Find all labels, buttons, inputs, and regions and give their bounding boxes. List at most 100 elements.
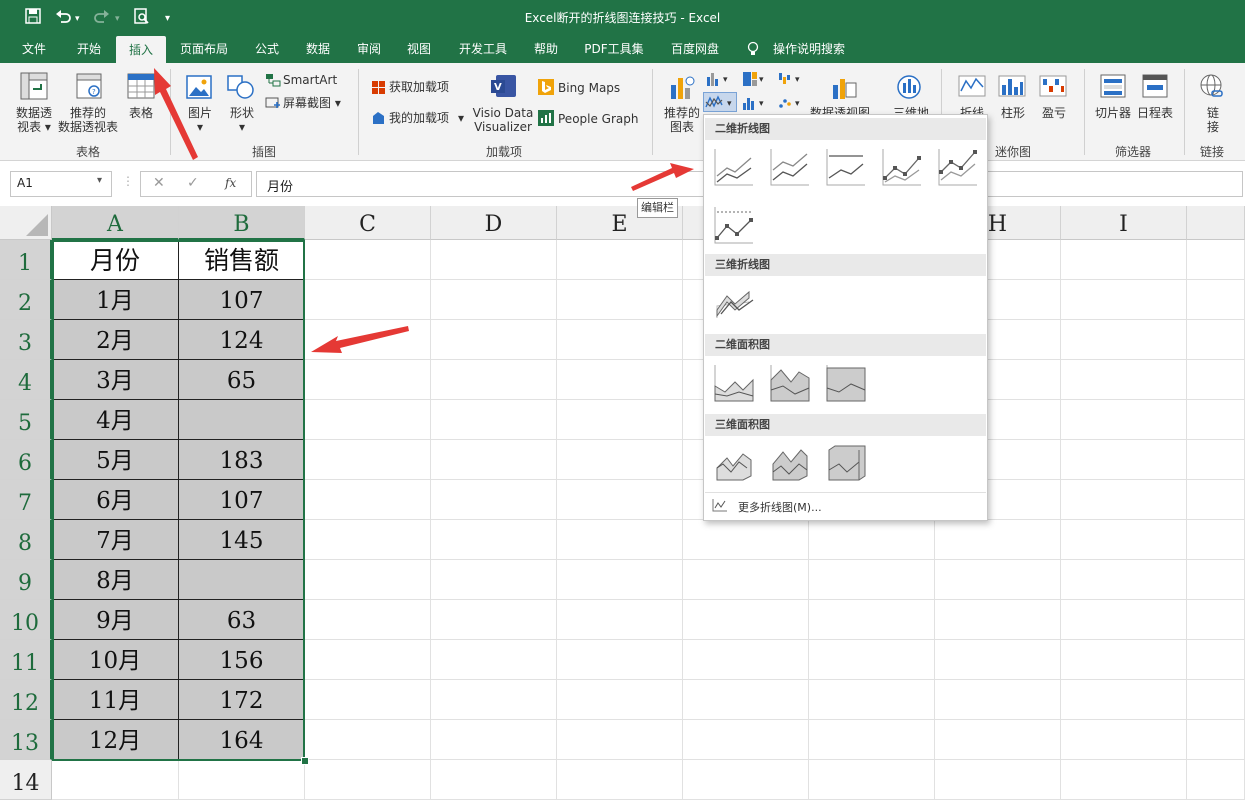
row-header-13[interactable]: 13 (0, 720, 52, 760)
data-cell[interactable]: 172 (179, 680, 305, 720)
cell[interactable] (431, 560, 557, 600)
cell[interactable] (1061, 400, 1187, 440)
cell[interactable] (1061, 480, 1187, 520)
statistic-chart-icon[interactable]: ▾ (742, 95, 768, 114)
cell[interactable] (305, 520, 431, 560)
sparkline-column-button[interactable]: 柱形 (993, 106, 1033, 120)
cell[interactable] (305, 640, 431, 680)
cell[interactable] (305, 560, 431, 600)
recommended-pivot-button[interactable]: 推荐的 数据透视表 (56, 106, 120, 134)
cell[interactable] (305, 600, 431, 640)
cell[interactable] (557, 600, 683, 640)
cell[interactable] (683, 680, 809, 720)
cell[interactable] (1187, 720, 1245, 760)
row-header-1[interactable]: 1 (0, 240, 52, 280)
percent-stacked-area-option[interactable] (824, 361, 868, 405)
cell[interactable] (1061, 600, 1187, 640)
cell[interactable] (1187, 680, 1245, 720)
tab-view[interactable]: 视图 (400, 35, 438, 63)
row-header-7[interactable]: 7 (0, 480, 52, 520)
cell[interactable] (683, 640, 809, 680)
cell[interactable] (305, 280, 431, 320)
cell[interactable] (557, 360, 683, 400)
sparkline-winloss-button[interactable]: 盈亏 (1034, 106, 1074, 120)
people-graph-button[interactable]: People Graph (558, 112, 639, 126)
column-header-b[interactable]: B (179, 206, 305, 240)
data-cell[interactable]: 156 (179, 640, 305, 680)
cell[interactable] (305, 760, 431, 800)
3d-area-option[interactable] (712, 441, 756, 485)
cell[interactable] (935, 720, 1061, 760)
tab-baidu-netdisk[interactable]: 百度网盘 (664, 35, 726, 63)
cell[interactable] (809, 680, 935, 720)
cell[interactable] (1187, 440, 1245, 480)
cell[interactable] (809, 720, 935, 760)
data-cell[interactable] (179, 400, 305, 440)
cell[interactable] (809, 520, 935, 560)
cancel-icon[interactable]: ✕ (153, 175, 165, 191)
recommended-charts-button[interactable]: 推荐的 图表 (660, 106, 704, 134)
data-cell[interactable]: 164 (179, 720, 305, 760)
cell[interactable] (1187, 520, 1245, 560)
3d-line-option[interactable] (712, 281, 756, 325)
cell[interactable] (809, 640, 935, 680)
table-button[interactable]: 表格 (120, 106, 162, 120)
enter-icon[interactable]: ✓ (187, 175, 199, 191)
3d-stacked-area-option[interactable] (768, 441, 812, 485)
data-cell[interactable]: 5月 (52, 440, 179, 480)
cell[interactable] (305, 320, 431, 360)
insert-function-icon[interactable]: fx (225, 176, 236, 190)
scatter-chart-icon[interactable]: ▾ (778, 95, 804, 114)
cell[interactable] (557, 680, 683, 720)
data-cell[interactable]: 7月 (52, 520, 179, 560)
data-cell[interactable]: 8月 (52, 560, 179, 600)
3d-percent-stacked-area-option[interactable] (824, 441, 868, 485)
shapes-button[interactable]: 形状 ▾ (222, 106, 262, 134)
row-header-11[interactable]: 11 (0, 640, 52, 680)
area-chart-option[interactable] (712, 361, 756, 405)
tab-developer[interactable]: 开发工具 (452, 35, 514, 63)
cell[interactable] (935, 680, 1061, 720)
stacked-area-option[interactable] (768, 361, 812, 405)
cell[interactable] (557, 760, 683, 800)
data-cell[interactable]: 4月 (52, 400, 179, 440)
cell[interactable] (1187, 400, 1245, 440)
stacked-line-option[interactable] (768, 145, 812, 189)
cell[interactable] (1187, 560, 1245, 600)
cell[interactable] (557, 320, 683, 360)
smartart-button[interactable]: SmartArt (283, 73, 337, 87)
my-addins-button[interactable]: 我的加载项 (389, 111, 449, 125)
bing-maps-button[interactable]: Bing Maps (558, 81, 620, 95)
row-header-8[interactable]: 8 (0, 520, 52, 560)
cell[interactable] (305, 360, 431, 400)
cell[interactable] (1187, 600, 1245, 640)
hierarchy-chart-icon[interactable]: ▾ (742, 71, 768, 90)
name-box[interactable]: A1 ▾ (10, 171, 112, 197)
line-chart-dropdown-button[interactable]: ▾ (703, 92, 737, 112)
cell[interactable] (683, 760, 809, 800)
cell[interactable] (809, 600, 935, 640)
data-cell[interactable]: 2月 (52, 320, 179, 360)
header-cell[interactable]: 销售额 (179, 240, 305, 280)
cell[interactable] (1061, 440, 1187, 480)
cell[interactable] (305, 480, 431, 520)
cell[interactable] (683, 560, 809, 600)
data-cell[interactable] (179, 560, 305, 600)
cell[interactable] (683, 600, 809, 640)
cell[interactable] (1187, 480, 1245, 520)
cell[interactable] (431, 520, 557, 560)
cell[interactable] (809, 560, 935, 600)
column-header-partial[interactable] (1187, 206, 1245, 240)
tell-me-search[interactable]: 操作说明搜索 (766, 35, 852, 63)
column-header-d[interactable]: D (431, 206, 557, 240)
cell[interactable] (1187, 760, 1245, 800)
cell[interactable] (305, 240, 431, 280)
cell[interactable] (557, 560, 683, 600)
fill-handle[interactable] (301, 757, 309, 765)
cell[interactable] (1061, 720, 1187, 760)
cell[interactable] (935, 640, 1061, 680)
cell[interactable] (1061, 320, 1187, 360)
cell[interactable] (1061, 640, 1187, 680)
slicer-button[interactable]: 切片器 (1092, 106, 1134, 120)
row-header-12[interactable]: 12 (0, 680, 52, 720)
